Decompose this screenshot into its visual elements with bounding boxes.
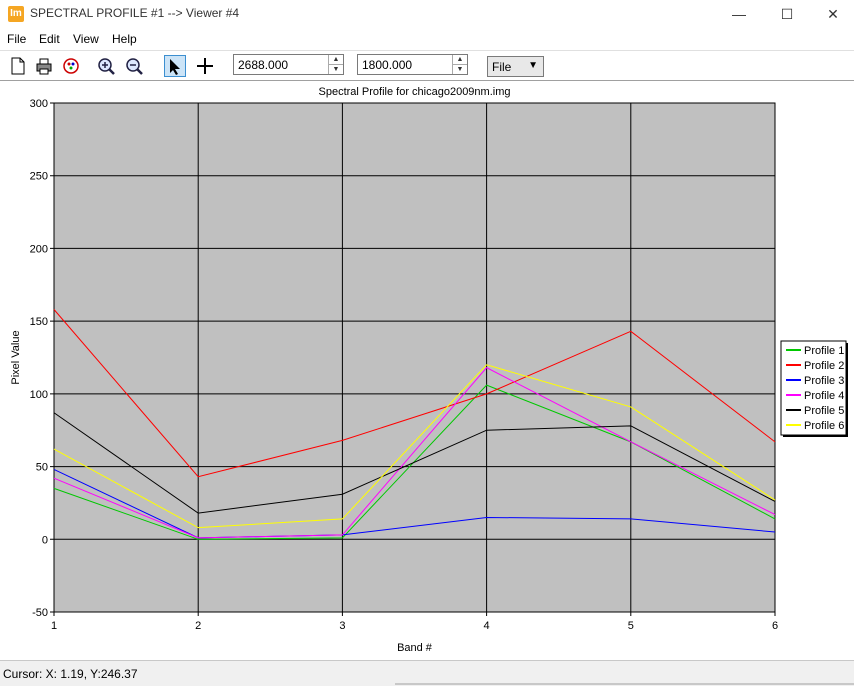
x-down-arrow-icon[interactable]: ▼: [329, 65, 343, 74]
x-tick-label: 5: [628, 620, 634, 632]
y-coordinate-input[interactable]: 1800.000 ▲ ▼: [357, 54, 468, 75]
y-tick-label: 300: [30, 98, 48, 110]
x-coordinate-stepper[interactable]: ▲ ▼: [328, 55, 343, 74]
y-up-arrow-icon[interactable]: ▲: [453, 55, 467, 65]
menu-edit[interactable]: Edit: [39, 32, 60, 46]
pointer-tool-icon[interactable]: [164, 55, 186, 77]
new-document-icon[interactable]: [6, 55, 28, 77]
x-tick-label: 4: [484, 620, 490, 632]
zoom-out-icon[interactable]: [123, 55, 145, 77]
x-tick-label: 1: [51, 620, 57, 632]
spectral-profile-chart[interactable]: Spectral Profile for chicago2009nm.img 1 2…: [0, 81, 854, 661]
y-tick-label: 100: [30, 389, 48, 401]
output-select[interactable]: File ▼: [487, 56, 544, 77]
app-icon: Im: [8, 6, 24, 22]
legend-label-2: Profile 2: [804, 360, 844, 372]
cursor-readout: Cursor: X: 1.19, Y:246.37: [3, 667, 138, 681]
palette-icon[interactable]: [60, 55, 82, 77]
x-axis-label: Band #: [397, 642, 433, 654]
x-coordinate-input[interactable]: 2688.000 ▲ ▼: [233, 54, 344, 75]
y-tick-label: 50: [36, 462, 48, 474]
y-tick-label: 150: [30, 316, 48, 328]
crosshair-tool-icon[interactable]: [194, 55, 216, 77]
y-tick-label: 200: [30, 243, 48, 255]
window-title: SPECTRAL PROFILE #1 --> Viewer #4: [30, 6, 240, 20]
x-up-arrow-icon[interactable]: ▲: [329, 55, 343, 65]
x-tick-label: 6: [772, 620, 778, 632]
chart-panel: Spectral Profile for chicago2009nm.img 1 2…: [0, 80, 854, 661]
y-coordinate-stepper[interactable]: ▲ ▼: [452, 55, 467, 74]
maximize-button[interactable]: ☐: [764, 0, 810, 28]
y-coordinate-value: 1800.000: [362, 58, 413, 72]
x-tick-label: 2: [195, 620, 201, 632]
y-tick-label: -50: [32, 607, 48, 619]
printer-icon[interactable]: [33, 55, 55, 77]
title-bar: Im SPECTRAL PROFILE #1 --> Viewer #4 — ☐…: [0, 0, 854, 28]
y-axis-label: Pixel Value: [10, 330, 22, 384]
chart-title: Spectral Profile for chicago2009nm.img: [319, 86, 511, 98]
menu-help[interactable]: Help: [112, 32, 137, 46]
plot-area: [53, 102, 776, 613]
x-coordinate-value: 2688.000: [238, 58, 289, 72]
legend-label-3: Profile 3: [804, 375, 844, 387]
menu-view[interactable]: View: [73, 32, 99, 46]
legend-label-4: Profile 4: [804, 390, 844, 402]
y-tick-label: 0: [42, 534, 48, 546]
close-button[interactable]: ✕: [810, 0, 854, 28]
zoom-in-icon[interactable]: [95, 55, 117, 77]
x-tick-label: 3: [339, 620, 345, 632]
chevron-down-icon: ▼: [528, 60, 538, 71]
toolbar: 2688.000 ▲ ▼ 1800.000 ▲ ▼: [0, 50, 854, 81]
legend-label-5: Profile 5: [804, 405, 844, 417]
legend-label-6: Profile 6: [804, 420, 844, 432]
y-down-arrow-icon[interactable]: ▼: [453, 65, 467, 74]
menu-bar: File Edit View Help: [0, 29, 854, 49]
output-select-value: File: [492, 60, 512, 74]
menu-file[interactable]: File: [7, 32, 26, 46]
y-tick-label: 250: [30, 171, 48, 183]
legend-label-1: Profile 1: [804, 345, 844, 357]
minimize-button[interactable]: —: [716, 0, 762, 28]
